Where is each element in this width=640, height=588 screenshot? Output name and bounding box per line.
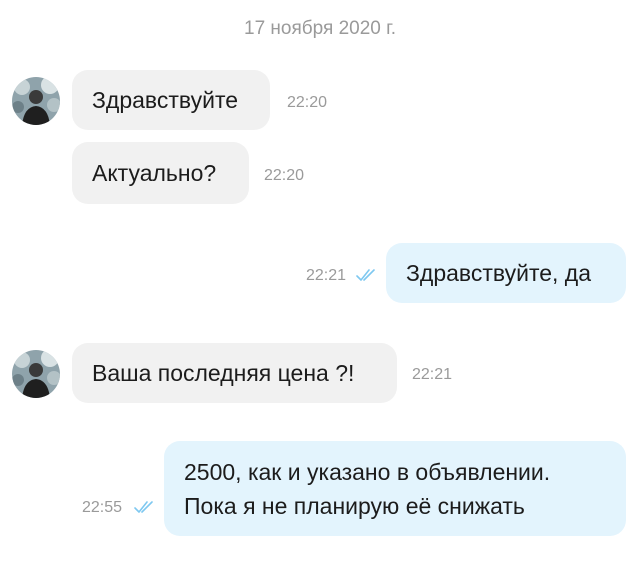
sender-avatar[interactable] bbox=[12, 77, 60, 125]
message-timestamp: 22:20 bbox=[287, 94, 328, 111]
message-text: Актуально? bbox=[92, 160, 217, 186]
incoming-message-bubble[interactable]: Здравствуйте bbox=[72, 70, 270, 130]
double-check-icon bbox=[356, 269, 375, 281]
incoming-message-bubble[interactable]: Актуально? bbox=[72, 142, 249, 204]
double-check-icon bbox=[134, 501, 153, 513]
message-text: Ваша последняя цена ?! bbox=[92, 360, 355, 386]
message-text: Здравствуйте bbox=[92, 87, 239, 113]
message-timestamp: 22:55 bbox=[82, 499, 123, 516]
message-timestamp: 22:20 bbox=[264, 167, 305, 184]
sender-avatar[interactable] bbox=[12, 350, 60, 398]
avatar-photo bbox=[12, 77, 60, 125]
message-text: Здравствуйте, да bbox=[406, 260, 592, 286]
message-timestamp: 22:21 bbox=[412, 366, 453, 383]
message-text-line: 2500, как и указано в объявлении. bbox=[184, 459, 551, 485]
message-text-line: Пока я не планирую её снижать bbox=[184, 493, 525, 519]
message-timestamp: 22:21 bbox=[306, 267, 347, 284]
outgoing-message-bubble[interactable]: 2500, как и указано в объявлении. Пока я… bbox=[164, 441, 626, 536]
chat-date-separator: 17 ноября 2020 г. bbox=[244, 18, 396, 39]
incoming-message-bubble[interactable]: Ваша последняя цена ?! bbox=[72, 343, 397, 403]
avatar-photo bbox=[12, 350, 60, 398]
outgoing-message-bubble[interactable]: Здравствуйте, да bbox=[386, 243, 626, 303]
